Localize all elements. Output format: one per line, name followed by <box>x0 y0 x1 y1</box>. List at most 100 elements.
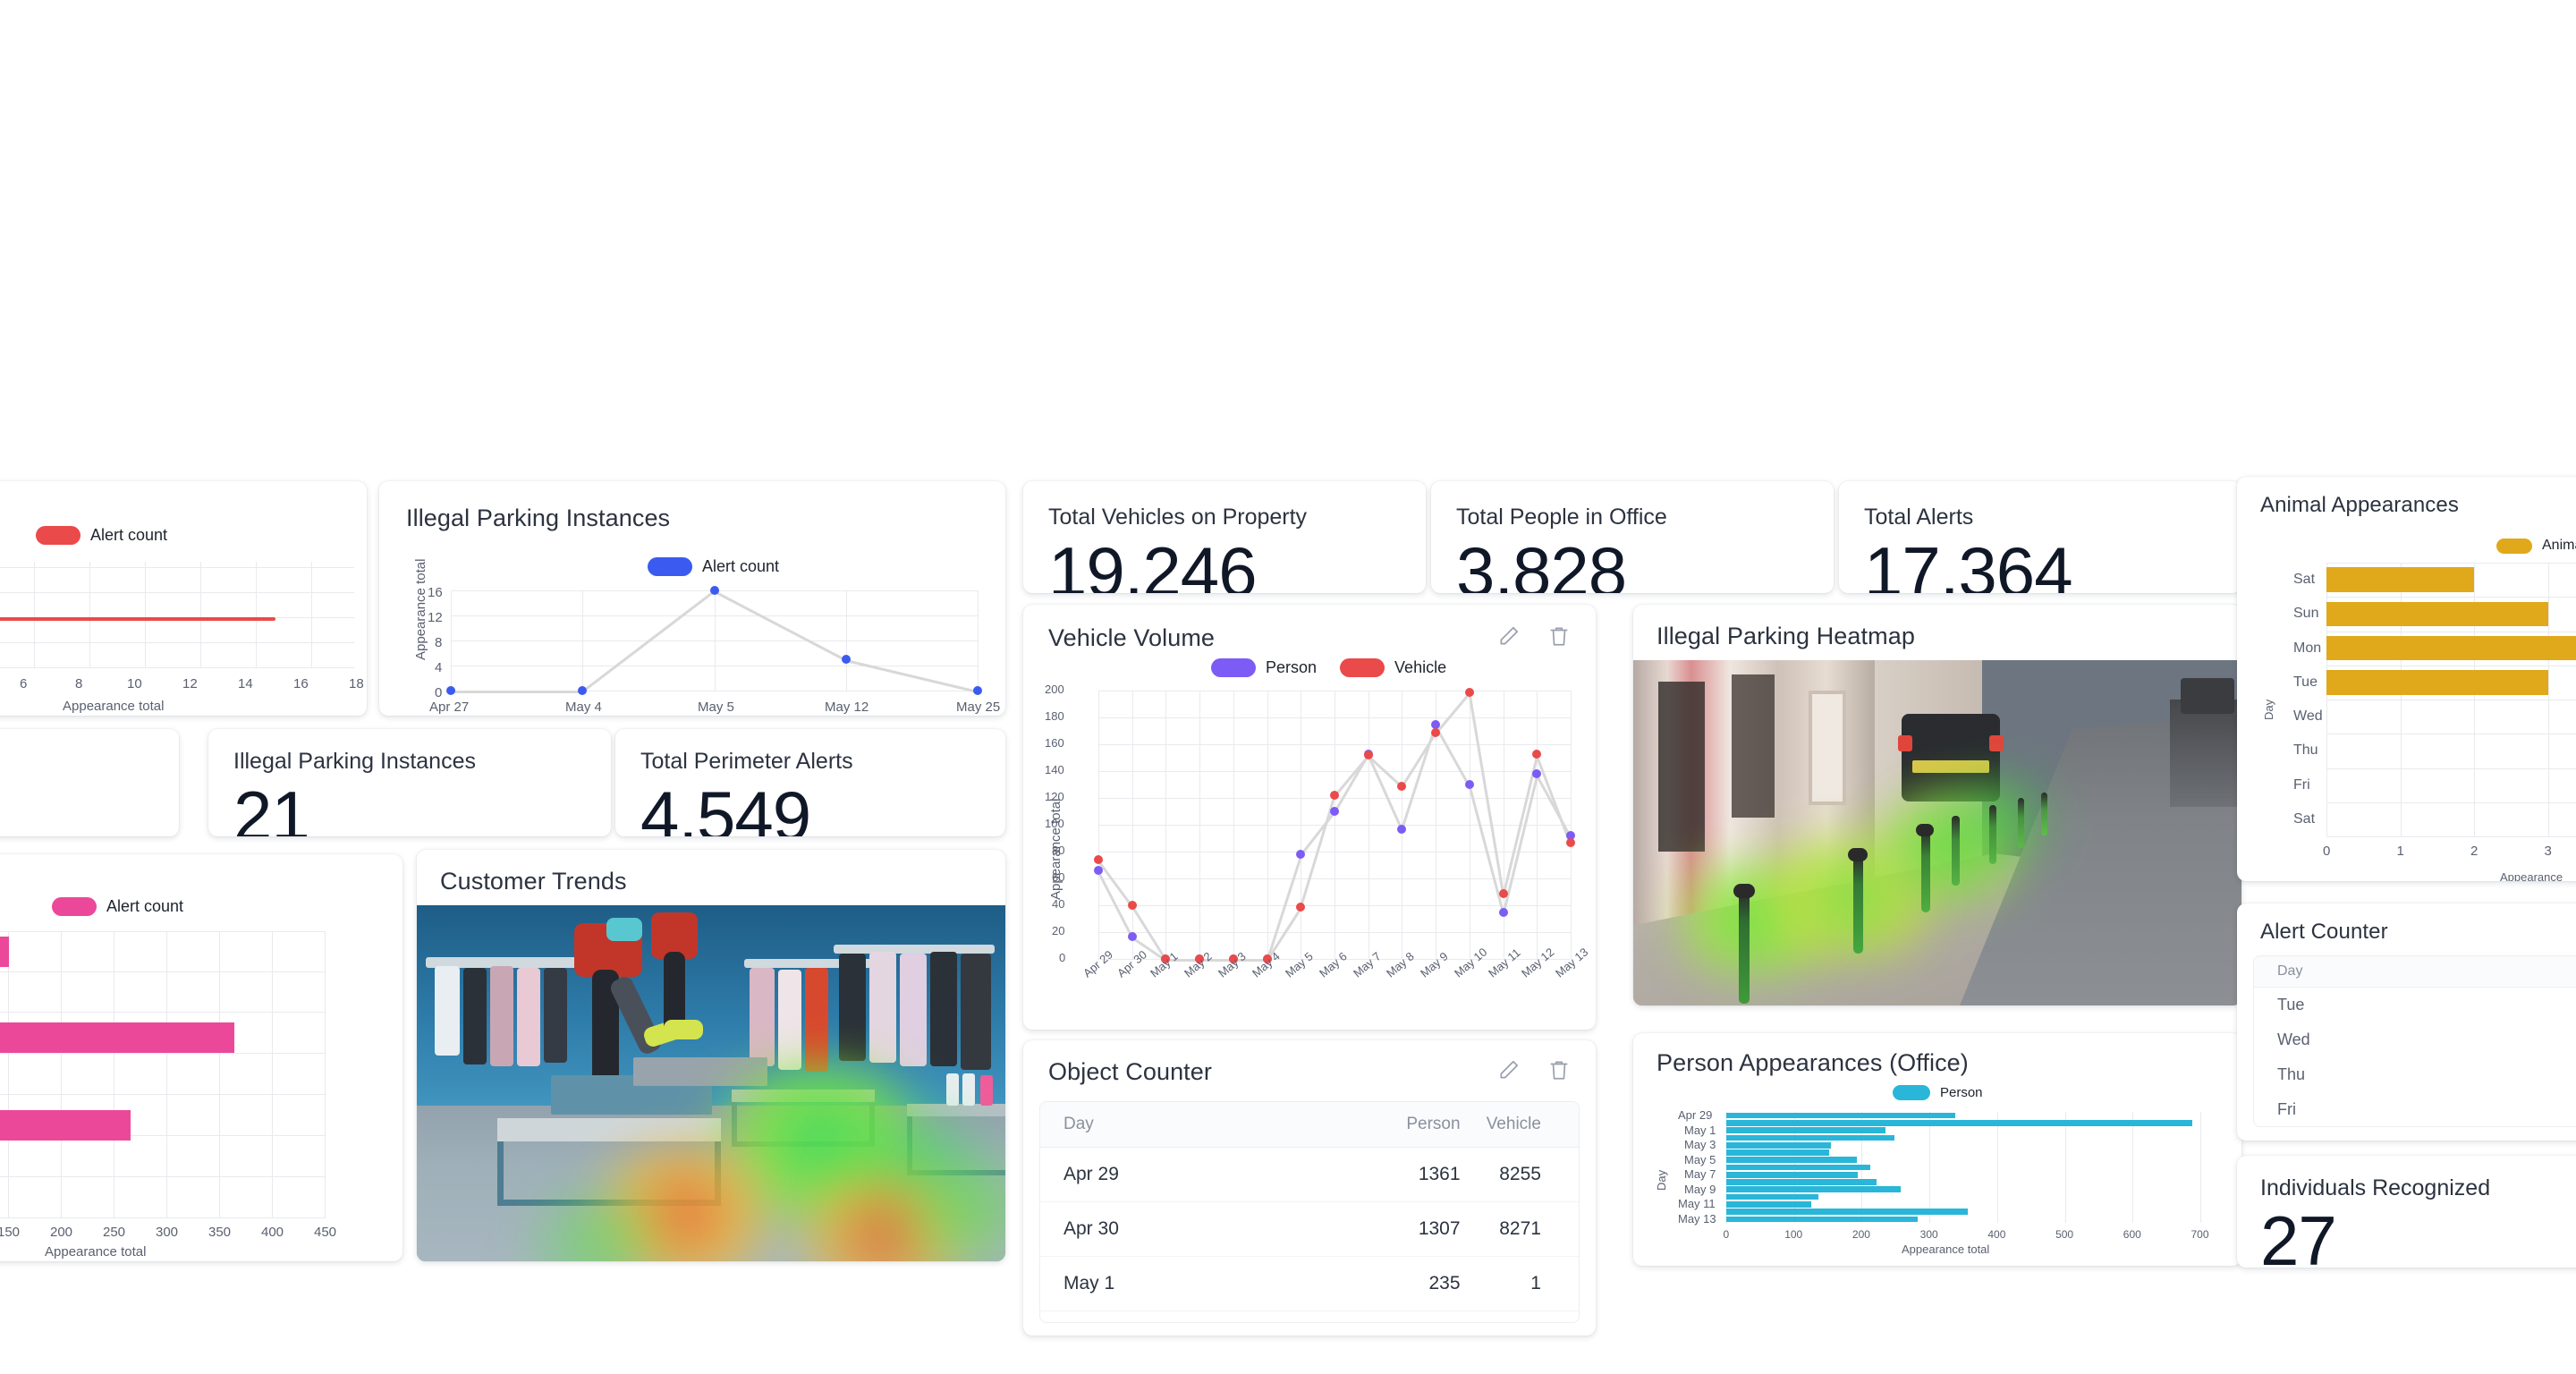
y-tick: May 5 <box>1684 1152 1716 1166</box>
x-axis-title-perimeter: Appearance total <box>63 699 165 714</box>
trash-icon[interactable] <box>1547 1058 1574 1085</box>
card-title-person-appearances: Person Appearances (Office) <box>1657 1049 1969 1076</box>
bar <box>1726 1201 1812 1208</box>
card-object-counter[interactable]: Object Counter Day Person Vehicle Apr 29… <box>1023 1040 1596 1336</box>
bar <box>2326 635 2576 661</box>
card-kpi-total-vehicles[interactable]: Total Vehicles on Property 19,246 <box>1023 481 1426 593</box>
y-tick-16: 16 <box>428 585 443 600</box>
card-illegal-parking-heatmap[interactable]: Illegal Parking Heatmap <box>1633 605 2241 1005</box>
x-tick-250: 250 <box>103 1225 126 1240</box>
y-tick: Mon <box>2293 640 2322 656</box>
y-tick: 40 <box>1052 897 1065 911</box>
table-row[interactable]: May 2 248 4 <box>1040 1311 1579 1322</box>
table-row[interactable]: Apr 30 1307 8271 <box>1040 1202 1579 1257</box>
y-tick: Sun <box>2293 606 2319 622</box>
cell-day: Thu <box>2277 1065 2306 1083</box>
cell-person: 1361 <box>1418 1164 1461 1184</box>
legend-label-person: Person <box>1940 1085 1983 1100</box>
y-tick-0: 0 <box>435 685 443 700</box>
y-tick: 0 <box>1059 951 1066 964</box>
cell-day: Wed <box>2277 1030 2310 1048</box>
card-kpi-individuals-recognized[interactable]: Individuals Recognized 27 <box>2237 1156 2576 1268</box>
column-header-day: Day <box>1063 1115 1094 1133</box>
kpi-value-illegal-parking: 21 <box>233 776 310 836</box>
legend-swatch-vehicle <box>1340 658 1385 677</box>
x-tick: 700 <box>2190 1228 2209 1241</box>
bar <box>1726 1149 1830 1156</box>
pencil-icon[interactable] <box>1497 624 1524 651</box>
data-point <box>1464 780 1474 789</box>
alert-counter-table: Day Tue Wed Thu Fri Sat <box>2253 955 2576 1127</box>
card-kpi-blank[interactable] <box>0 729 179 836</box>
card-title-vehicle-volume: Vehicle Volume <box>1048 624 1216 651</box>
x-tick: 3 <box>2544 844 2552 859</box>
y-axis-title-illegal-parking: Appearance total <box>413 558 428 660</box>
data-point <box>1330 807 1339 816</box>
card-alert-count-bars[interactable]: Alert count 100 150 200 250 <box>0 854 402 1261</box>
kpi-label-total-alerts: Total Alerts <box>1864 505 1974 530</box>
bar <box>1726 1164 1870 1171</box>
card-vehicle-volume[interactable]: Vehicle Volume Person Vehicle Appearance… <box>1023 605 1596 1030</box>
cell-day: Tue <box>2277 996 2305 1014</box>
y-tick: 100 <box>1045 817 1064 830</box>
data-point <box>1532 769 1542 778</box>
column-header-person: Person <box>1406 1115 1461 1133</box>
card-perimeter-alert-line[interactable]: Alert count 6 8 10 12 14 16 18 Appearanc… <box>0 481 367 716</box>
cell-person: 235 <box>1428 1273 1461 1293</box>
data-point <box>1127 901 1137 910</box>
card-kpi-illegal-parking[interactable]: Illegal Parking Instances 21 <box>208 729 611 836</box>
kpi-value-total-people: 3,828 <box>1456 532 1627 593</box>
plot-perimeter-alert <box>0 562 354 668</box>
card-kpi-total-people[interactable]: Total People in Office 3,828 <box>1431 481 1834 593</box>
data-point <box>1498 907 1508 917</box>
data-point <box>1498 888 1508 898</box>
table-row[interactable]: Thu <box>2254 1057 2576 1092</box>
kpi-label-illegal-parking: Illegal Parking Instances <box>233 749 476 774</box>
y-tick: May 13 <box>1678 1211 1716 1226</box>
bar <box>2326 670 2548 695</box>
x-tick: 0 <box>1723 1228 1730 1241</box>
kpi-label-perimeter-alerts: Total Perimeter Alerts <box>640 749 853 774</box>
card-person-appearances[interactable]: Person Appearances (Office) Person Day A… <box>1633 1033 2241 1266</box>
table-row[interactable]: Tue <box>2254 988 2576 1022</box>
series-line <box>1333 755 1369 798</box>
data-point <box>1431 727 1441 737</box>
card-illegal-parking-instances-chart[interactable]: Illegal Parking Instances Alert count Ap… <box>379 481 1005 716</box>
legend-alert-count-bars: Alert count <box>52 897 183 916</box>
card-animal-appearances[interactable]: Animal Appearances Animal Day Sat Sun Mon T… <box>2237 477 2576 881</box>
grid-line <box>1131 691 1133 959</box>
legend-item-person: Person <box>1893 1085 1983 1100</box>
y-tick: Apr 29 <box>1678 1108 1713 1123</box>
y-tick-8: 8 <box>435 635 443 650</box>
card-customer-trends[interactable]: Customer Trends <box>417 850 1005 1261</box>
table-header-row: Day <box>2254 956 2576 988</box>
customer-trends-image <box>417 905 1005 1261</box>
cell-day: Apr 29 <box>1063 1164 1119 1184</box>
card-alert-counter[interactable]: Alert Counter Day Tue Wed Thu Fri Sat <box>2237 903 2576 1141</box>
cell-vehicle: 1 <box>1530 1273 1541 1293</box>
data-point <box>1397 781 1407 791</box>
column-header-day: Day <box>2277 963 2303 979</box>
x-tick-300: 300 <box>156 1225 179 1240</box>
data-point <box>1127 931 1137 941</box>
y-tick: Sat <box>2293 810 2316 827</box>
bar <box>1726 1157 1858 1164</box>
bar <box>0 1110 131 1141</box>
table-row[interactable]: Wed <box>2254 1022 2576 1057</box>
data-point <box>1431 719 1441 729</box>
pencil-icon[interactable] <box>1497 1058 1524 1085</box>
bar <box>0 1022 234 1053</box>
bar <box>1726 1209 1969 1215</box>
column-header-vehicle: Vehicle <box>1486 1115 1541 1133</box>
table-row[interactable]: May 1 235 1 <box>1040 1257 1579 1311</box>
y-tick: 180 <box>1045 709 1064 723</box>
card-kpi-perimeter-alerts[interactable]: Total Perimeter Alerts 4,549 <box>615 729 1005 836</box>
grid-line <box>1267 691 1268 959</box>
legend-item-alert-count: Alert count <box>648 557 779 576</box>
table-row[interactable]: Apr 29 1361 8255 <box>1040 1148 1579 1202</box>
bar <box>1726 1171 1858 1178</box>
trash-icon[interactable] <box>1547 624 1574 651</box>
table-row[interactable]: Fri <box>2254 1092 2576 1126</box>
legend-label-alert-count: Alert count <box>702 557 780 575</box>
card-kpi-total-alerts[interactable]: Total Alerts 17,364 <box>1839 481 2241 593</box>
